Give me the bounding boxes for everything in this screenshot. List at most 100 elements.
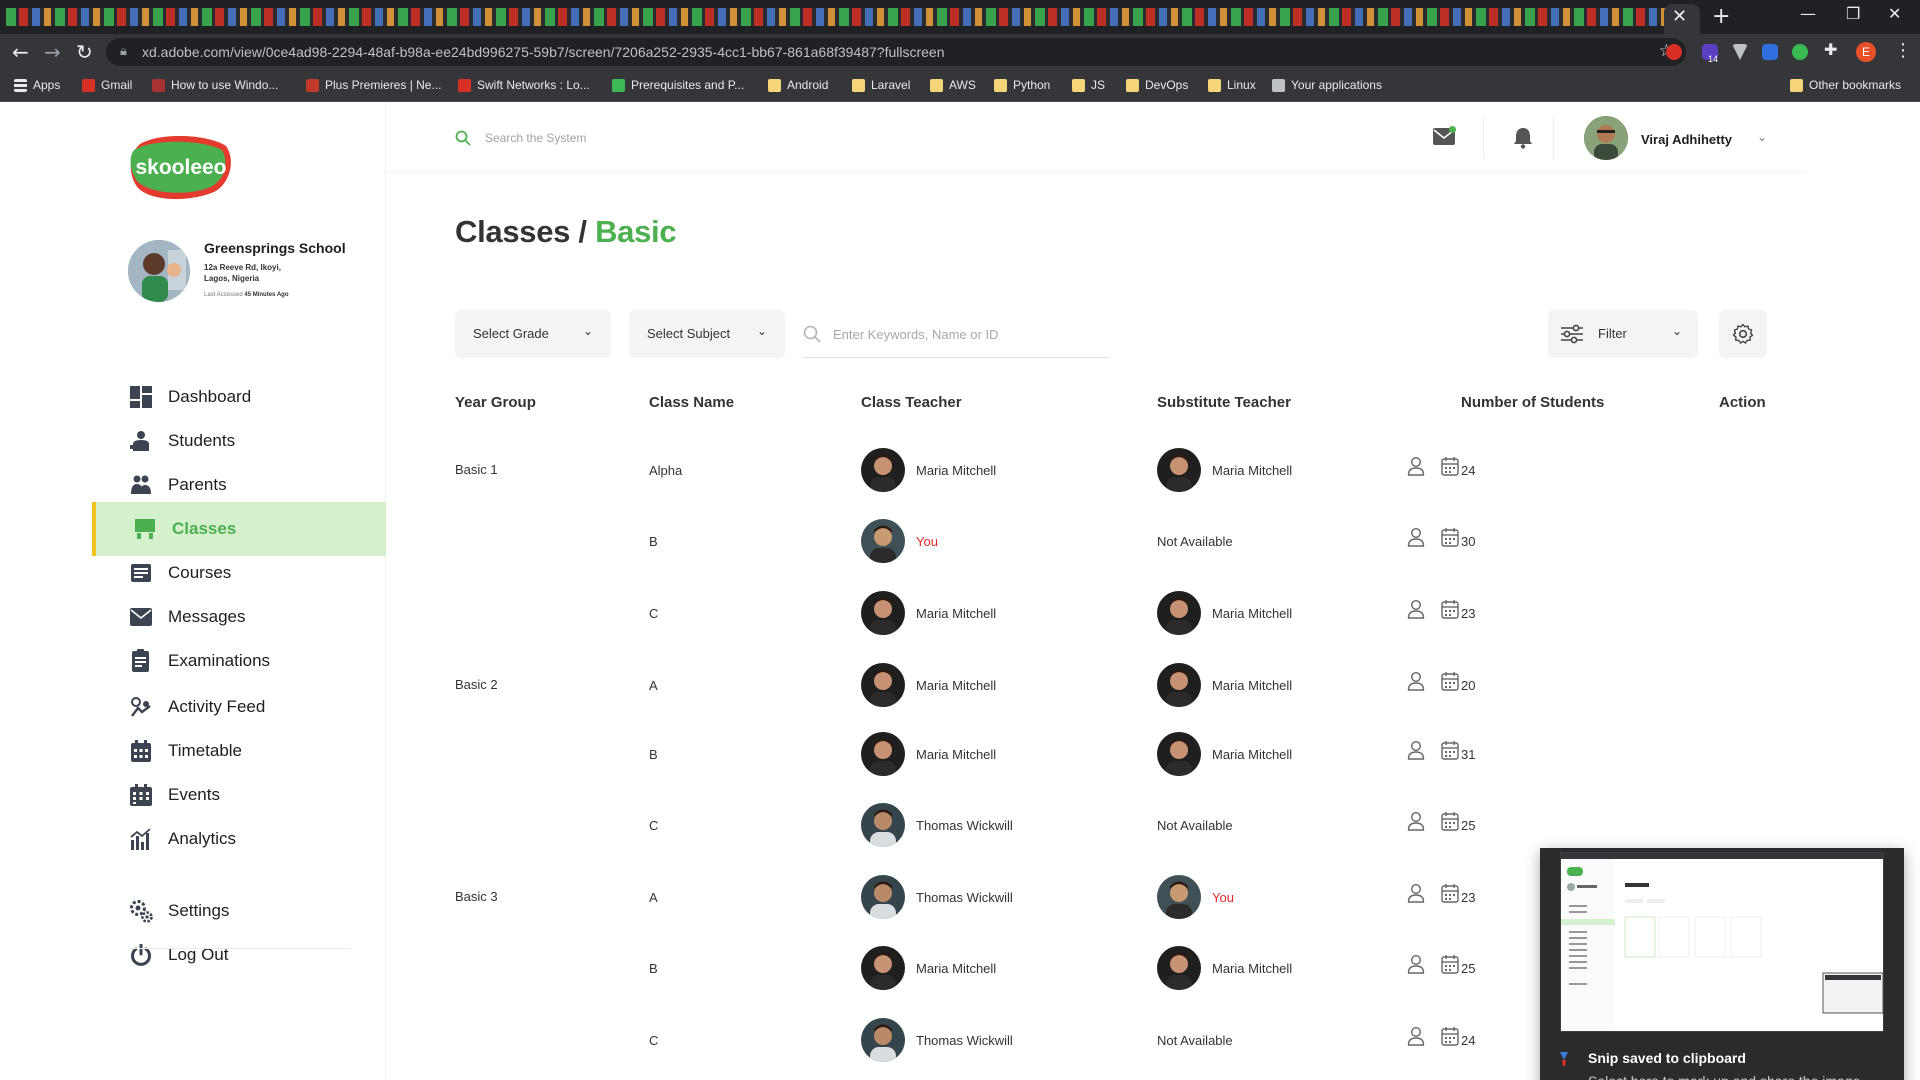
extension-vue-icon[interactable]	[1732, 44, 1748, 60]
person-icon[interactable]	[1407, 954, 1425, 974]
url-text[interactable]: xd.adobe.com/view/0ce4ad98-2294-48af-b98…	[142, 44, 945, 60]
bookmark-13[interactable]: Your applications	[1272, 78, 1382, 92]
table-row[interactable]: B You Not Available 30	[387, 513, 1807, 571]
keyword-search-field[interactable]: Enter Keywords, Name or ID	[803, 310, 1109, 358]
class-teacher-cell[interactable]: Maria Mitchell	[916, 606, 996, 621]
bookmark-1[interactable]: Gmail	[82, 78, 132, 92]
class-teacher-cell[interactable]: Maria Mitchell	[916, 678, 996, 693]
browser-menu-icon[interactable]: ⋮	[1894, 40, 1912, 61]
class-name-cell[interactable]: A	[649, 678, 658, 693]
calendar-icon[interactable]	[1441, 599, 1459, 619]
substitute-teacher-cell[interactable]: You	[1212, 890, 1234, 905]
calendar-icon[interactable]	[1441, 527, 1459, 547]
bookmark-2[interactable]: How to use Windo...	[152, 78, 278, 92]
class-teacher-cell[interactable]: Maria Mitchell	[916, 463, 996, 478]
calendar-icon[interactable]	[1441, 811, 1459, 831]
col-header-year-group[interactable]: Year Group	[455, 394, 536, 411]
new-tab-icon[interactable]: +	[1712, 4, 1730, 29]
col-header-number-of-students[interactable]: Number of Students	[1461, 394, 1604, 411]
person-icon[interactable]	[1407, 883, 1425, 903]
col-header-class-teacher[interactable]: Class Teacher	[861, 394, 962, 411]
reload-icon[interactable]: ↻	[76, 40, 93, 64]
substitute-teacher-cell[interactable]: Maria Mitchell	[1212, 747, 1292, 762]
person-icon[interactable]	[1407, 599, 1425, 619]
minimize-icon[interactable]: —	[1800, 4, 1816, 23]
person-icon[interactable]	[1407, 811, 1425, 831]
class-name-cell[interactable]: B	[649, 534, 658, 549]
person-icon[interactable]	[1407, 456, 1425, 476]
extension-adblock-icon[interactable]	[1666, 44, 1682, 60]
select-grade-dropdown[interactable]: Select Grade ⌄	[455, 310, 611, 358]
calendar-icon[interactable]	[1441, 740, 1459, 760]
class-teacher-cell[interactable]: Thomas Wickwill	[916, 1033, 1013, 1048]
table-row[interactable]: B Maria Mitchell Maria Mitchell 31	[387, 726, 1807, 784]
person-icon[interactable]	[1407, 1026, 1425, 1046]
person-icon[interactable]	[1407, 527, 1425, 547]
sidebar-item-log-out[interactable]: Log Out	[92, 928, 386, 982]
snip-thumbnail[interactable]	[1560, 852, 1884, 1032]
substitute-teacher-cell[interactable]: Maria Mitchell	[1212, 463, 1292, 478]
class-name-cell[interactable]: C	[649, 1033, 658, 1048]
table-row[interactable]: C Thomas Wickwill Not Available 25	[387, 797, 1807, 855]
window-close-icon[interactable]: ✕	[1888, 4, 1901, 23]
class-name-cell[interactable]: B	[649, 747, 658, 762]
bookmark-4[interactable]: Swift Networks : Lo...	[458, 78, 590, 92]
class-teacher-cell[interactable]: Thomas Wickwill	[916, 890, 1013, 905]
bookmark-10[interactable]: JS	[1072, 78, 1105, 92]
col-header-class-name[interactable]: Class Name	[649, 394, 734, 411]
class-teacher-cell[interactable]: Maria Mitchell	[916, 961, 996, 976]
table-row[interactable]: Basic 2 A Maria Mitchell Maria Mitchell 20	[387, 657, 1807, 715]
class-teacher-cell[interactable]: You	[916, 534, 938, 549]
table-row[interactable]: C Maria Mitchell Maria Mitchell 23	[387, 585, 1807, 643]
extensions-puzzle-icon[interactable]: ✚	[1824, 40, 1840, 59]
restore-icon[interactable]: ❐	[1846, 4, 1860, 23]
bookmark-0[interactable]: Apps	[14, 78, 60, 92]
other-bookmarks[interactable]: Other bookmarks	[1790, 78, 1901, 92]
address-bar[interactable]: 🔒︎ xd.adobe.com/view/0ce4ad98-2294-48af-…	[106, 38, 1686, 66]
pinned-tab-favicons[interactable]	[6, 8, 1666, 26]
substitute-teacher-cell[interactable]: Maria Mitchell	[1212, 606, 1292, 621]
col-header-substitute-teacher[interactable]: Substitute Teacher	[1157, 394, 1291, 411]
search-icon[interactable]	[455, 130, 471, 146]
calendar-icon[interactable]	[1441, 883, 1459, 903]
class-name-cell[interactable]: A	[649, 890, 658, 905]
bookmark-3[interactable]: Plus Premieres | Ne...	[306, 78, 441, 92]
class-name-cell[interactable]: C	[649, 818, 658, 833]
calendar-icon[interactable]	[1441, 456, 1459, 476]
person-icon[interactable]	[1407, 740, 1425, 760]
bookmark-11[interactable]: DevOps	[1126, 78, 1188, 92]
back-icon[interactable]: ←	[12, 40, 29, 64]
substitute-teacher-cell[interactable]: Maria Mitchell	[1212, 961, 1292, 976]
table-settings-button[interactable]	[1719, 310, 1767, 358]
calendar-icon[interactable]	[1441, 954, 1459, 974]
class-name-cell[interactable]: B	[649, 961, 658, 976]
table-row[interactable]: Basic 1 Alpha Maria Mitchell Maria Mitchell…	[387, 442, 1807, 500]
bell-icon[interactable]	[1513, 127, 1533, 149]
class-teacher-cell[interactable]: Maria Mitchell	[916, 747, 996, 762]
substitute-teacher-cell[interactable]: Maria Mitchell	[1212, 678, 1292, 693]
close-tab-icon[interactable]: ✕	[1672, 6, 1687, 27]
bookmark-5[interactable]: Prerequisites and P...	[612, 78, 744, 92]
calendar-icon[interactable]	[1441, 671, 1459, 691]
forward-icon[interactable]: →	[44, 40, 61, 64]
sidebar-item-analytics[interactable]: Analytics	[92, 812, 386, 866]
profile-avatar[interactable]: E	[1856, 42, 1876, 62]
extension-green-icon[interactable]	[1792, 44, 1808, 60]
system-search-input[interactable]: Search the System	[485, 131, 586, 145]
bookmark-7[interactable]: Laravel	[852, 78, 910, 92]
class-name-cell[interactable]: Alpha	[649, 463, 682, 478]
class-name-cell[interactable]: C	[649, 606, 658, 621]
calendar-icon[interactable]	[1441, 1026, 1459, 1046]
bookmark-9[interactable]: Python	[994, 78, 1050, 92]
chevron-down-icon[interactable]: ⌄	[1757, 130, 1767, 144]
skooleeo-logo[interactable]: skooleeo	[130, 136, 232, 200]
filter-dropdown[interactable]: Filter ⌄	[1548, 310, 1698, 358]
user-name[interactable]: Viraj Adhihetty	[1641, 132, 1732, 147]
bookmark-6[interactable]: Android	[768, 78, 828, 92]
person-icon[interactable]	[1407, 671, 1425, 691]
user-avatar[interactable]	[1584, 116, 1628, 160]
extension-shield-icon[interactable]	[1762, 44, 1778, 60]
select-subject-dropdown[interactable]: Select Subject ⌄	[629, 310, 785, 358]
bookmark-12[interactable]: Linux	[1208, 78, 1256, 92]
snip-toast-notification[interactable]: Snip saved to clipboard Select here to m…	[1540, 848, 1904, 1080]
